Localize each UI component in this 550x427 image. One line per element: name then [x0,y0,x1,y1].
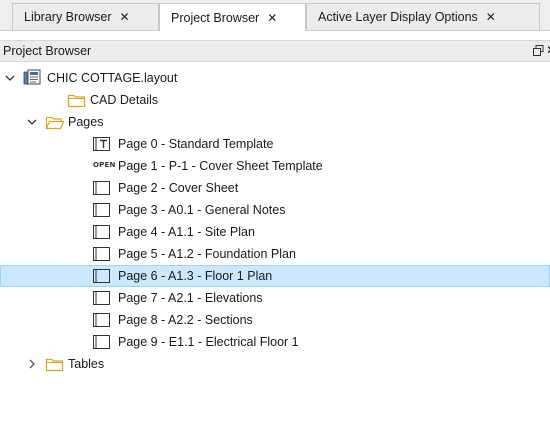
tree-item-label: Page 8 - A2.2 - Sections [118,313,253,327]
tree-item-label: Page 7 - A2.1 - Elevations [118,291,263,305]
tree-item-page[interactable]: Page 8 - A2.2 - Sections [0,309,550,331]
template-page-icon [93,137,110,151]
tab-label: Library Browser [24,10,112,24]
tree-item-tables-folder[interactable]: Tables [0,353,550,375]
tab-active-layer-display-options[interactable]: Active Layer Display Options ✕ [306,3,540,30]
tree-item-label: Pages [68,115,104,129]
page-icon [93,247,110,261]
folder-icon [67,94,86,108]
tree-item-page[interactable]: Page 0 - Standard Template [0,133,550,155]
folder-icon [45,358,64,372]
tree-item-page[interactable]: Page 5 - A1.2 - Foundation Plan [0,243,550,265]
layout-file-icon [23,69,41,85]
float-window-icon[interactable] [533,45,544,56]
tab-bar: Library Browser ✕ Project Browser ✕ Acti… [0,0,550,31]
tree-item-label: Page 9 - E1.1 - Electrical Floor 1 [118,335,299,349]
close-icon[interactable]: ✕ [267,11,277,25]
panel-title: Project Browser [3,44,92,58]
page-icon [93,203,110,217]
tree-item-label: Page 1 - P-1 - Cover Sheet Template [118,159,323,173]
tree-item-label: Page 5 - A1.2 - Foundation Plan [118,247,296,261]
tree-item-page[interactable]: Page 2 - Cover Sheet [0,177,550,199]
tree-item-page[interactable]: Page 4 - A1.1 - Site Plan [0,221,550,243]
tree-item-label: Page 6 - A1.3 - Floor 1 Plan [118,269,273,283]
chevron-down-icon[interactable] [5,73,15,83]
close-panel-icon[interactable]: ✕ [546,43,550,57]
tree-item-label: Page 0 - Standard Template [118,137,274,151]
page-icon [93,335,110,349]
tree-item-label: Page 2 - Cover Sheet [118,181,239,195]
tree-item-page[interactable]: OPEN Page 1 - P-1 - Cover Sheet Template [0,155,550,177]
chevron-right-icon[interactable] [27,359,37,369]
page-icon [93,313,110,327]
tree-item-page[interactable]: Page 7 - A2.1 - Elevations [0,287,550,309]
tab-project-browser[interactable]: Project Browser ✕ [159,3,306,31]
tree-item-page-selected[interactable]: Page 6 - A1.3 - Floor 1 Plan [0,265,550,287]
tree-item-label: Page 3 - A0.1 - General Notes [118,203,286,217]
page-icon [93,225,110,239]
tab-library-browser[interactable]: Library Browser ✕ [12,3,159,30]
tree-item-layout-file[interactable]: CHIC COTTAGE.layout [0,67,550,89]
tab-label: Active Layer Display Options [318,10,478,24]
tree-item-label: CHIC COTTAGE.layout [47,71,178,85]
close-icon[interactable]: ✕ [120,10,130,24]
tree-item-page[interactable]: Page 9 - E1.1 - Electrical Floor 1 [0,331,550,353]
tab-label: Project Browser [171,10,260,25]
page-icon [93,291,110,305]
tree-item-label: CAD Details [90,93,159,107]
close-icon[interactable]: ✕ [486,10,496,24]
panel-title-bar: Project Browser ✕ [0,40,550,62]
page-icon [93,269,110,283]
tree-item-page[interactable]: Page 3 - A0.1 - General Notes [0,199,550,221]
open-badge-icon: OPEN [93,161,116,169]
page-icon [93,181,110,195]
tree-item-cad-details[interactable]: CAD Details [0,89,550,111]
chevron-down-icon[interactable] [27,117,37,127]
tree-item-label: Tables [68,357,105,371]
tree-item-pages-folder[interactable]: Pages [0,111,550,133]
tree-item-label: Page 4 - A1.1 - Site Plan [118,225,255,239]
folder-open-icon [45,116,65,130]
